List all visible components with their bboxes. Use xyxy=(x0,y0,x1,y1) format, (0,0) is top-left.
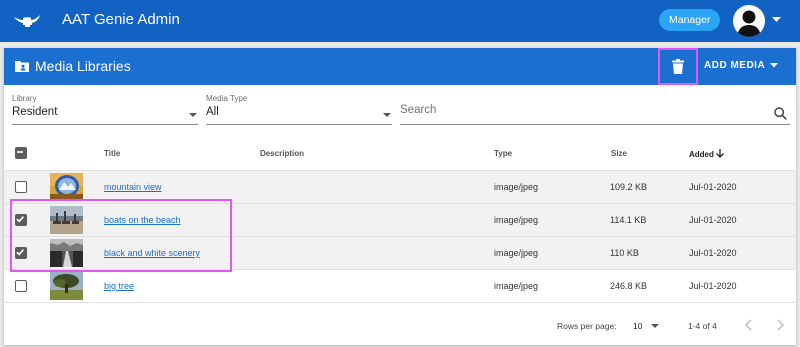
media-type-select[interactable]: Media Type All xyxy=(206,94,392,125)
app-title: AAT Genie Admin xyxy=(62,11,180,28)
column-type[interactable]: Type xyxy=(494,149,512,158)
library-caret-icon xyxy=(189,113,197,117)
library-underline xyxy=(12,124,198,125)
row-added: Jul-01-2020 xyxy=(689,281,737,291)
media-type-underline xyxy=(206,124,392,125)
rows-per-page-select[interactable]: 10 xyxy=(633,321,642,331)
media-type-caret-icon xyxy=(383,113,391,117)
app-bar: AAT Genie Admin Manager xyxy=(0,0,800,42)
user-avatar-icon xyxy=(737,10,761,37)
select-all-checkbox[interactable] xyxy=(15,147,27,159)
page-range: 1-4 of 4 xyxy=(688,321,717,331)
genie-lamp-icon[interactable] xyxy=(12,12,42,28)
chevron-right-icon[interactable] xyxy=(775,319,785,331)
card-title: Media Libraries xyxy=(35,58,131,74)
row-size: 109.2 KB xyxy=(610,182,648,192)
delete-button[interactable] xyxy=(658,48,698,85)
rows-per-page-label: Rows per page: xyxy=(557,321,617,331)
row-added: Jul-01-2020 xyxy=(689,215,737,225)
search-input[interactable] xyxy=(400,104,760,116)
row-title-link[interactable]: mountain view xyxy=(104,182,162,192)
selected-rows-highlight xyxy=(10,199,232,272)
row-added: Jul-01-2020 xyxy=(689,248,737,258)
user-avatar[interactable] xyxy=(733,5,765,37)
sort-descending-arrow-icon xyxy=(716,149,725,158)
media-type-label: Media Type xyxy=(206,94,248,103)
table-pagination: Rows per page: 10 1-4 of 4 xyxy=(4,308,796,345)
table-header: Title Description Type Size Added xyxy=(4,135,796,171)
search-underline xyxy=(400,124,790,125)
row-type: image/jpeg xyxy=(494,248,539,258)
row-type: image/jpeg xyxy=(494,215,539,225)
add-media-label: ADD MEDIA xyxy=(704,60,766,71)
column-description[interactable]: Description xyxy=(260,149,304,158)
account-menu-caret-icon[interactable] xyxy=(772,17,781,23)
row-size: 110 KB xyxy=(610,248,639,258)
row-type: image/jpeg xyxy=(494,182,539,192)
row-type: image/jpeg xyxy=(494,281,539,291)
table-row[interactable]: big tree image/jpeg 246.8 KB Jul-01-2020 xyxy=(4,270,796,303)
row-title-link[interactable]: big tree xyxy=(104,281,134,291)
library-label: Library xyxy=(12,94,37,103)
library-value: Resident xyxy=(12,106,58,118)
column-title[interactable]: Title xyxy=(104,149,120,158)
library-select[interactable]: Library Resident xyxy=(12,94,198,125)
card-header: Media Libraries ADD MEDIA xyxy=(4,48,796,85)
folder-user-icon xyxy=(15,61,29,72)
role-badge: Manager xyxy=(659,9,721,31)
media-type-value: All xyxy=(206,106,219,118)
column-size[interactable]: Size xyxy=(611,149,627,158)
trash-icon xyxy=(672,59,684,74)
row-size: 114.1 KB xyxy=(610,215,647,225)
mountain-thumbnail xyxy=(50,173,83,201)
add-media-button[interactable]: ADD MEDIA xyxy=(704,60,779,71)
column-added[interactable]: Added xyxy=(689,149,725,159)
column-added-label: Added xyxy=(689,150,714,159)
rows-per-page-caret-icon[interactable] xyxy=(651,324,659,328)
row-checkbox[interactable] xyxy=(15,181,27,193)
row-checkbox[interactable] xyxy=(15,280,27,292)
row-size: 246.8 KB xyxy=(610,281,648,291)
row-added: Jul-01-2020 xyxy=(689,182,737,192)
tree-thumbnail xyxy=(50,272,83,300)
chevron-down-icon xyxy=(770,63,779,68)
chevron-left-icon[interactable] xyxy=(744,319,754,331)
minus-icon xyxy=(17,151,24,154)
search-icon[interactable] xyxy=(774,107,787,120)
media-libraries-card: Media Libraries ADD MEDIA Library Reside… xyxy=(4,48,796,345)
